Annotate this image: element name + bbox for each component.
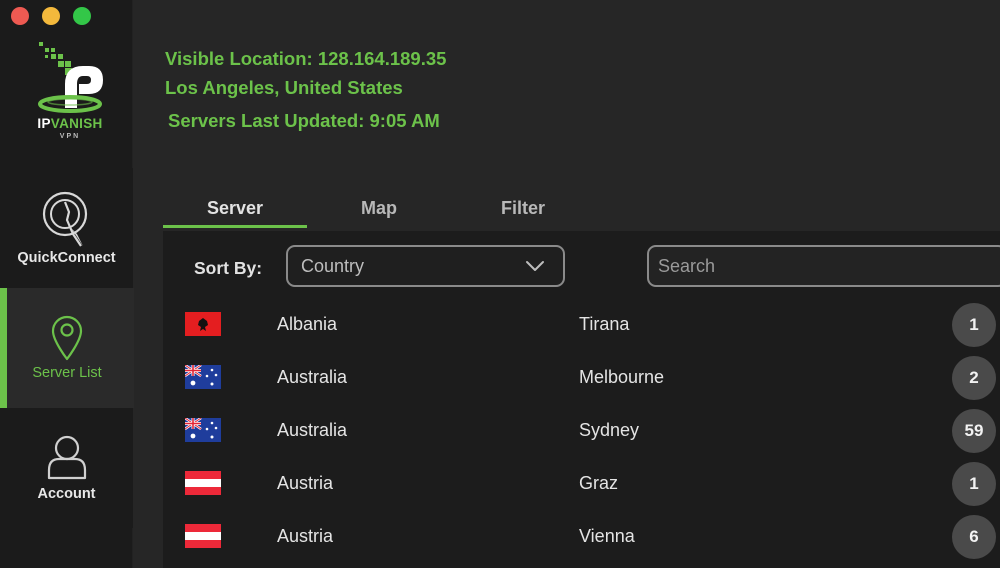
flag-australia-icon xyxy=(184,416,221,442)
country-name: Austria xyxy=(277,526,334,546)
window-controls xyxy=(11,7,91,25)
server-row[interactable]: Albania Tirana 1 xyxy=(163,298,1000,351)
active-indicator xyxy=(0,288,7,408)
server-row[interactable]: Austria Vienna 6 xyxy=(163,510,1000,563)
visible-location-text: Visible Location: 128.164.189.35 xyxy=(165,48,447,69)
server-row[interactable]: Australia Melbourne 2 xyxy=(163,351,1000,404)
city-name: Sydney xyxy=(579,420,640,440)
city-name: Graz xyxy=(579,473,619,493)
maximize-window-button[interactable] xyxy=(73,7,91,25)
server-count-badge: 2 xyxy=(952,356,996,400)
city-name: Tirana xyxy=(579,314,630,334)
quickconnect-icon xyxy=(42,191,87,247)
server-count-badge: 1 xyxy=(952,303,996,347)
sidebar-item-label: Account xyxy=(37,486,96,502)
city-name: Melbourne xyxy=(579,367,665,387)
sidebar-item-quickconnect[interactable]: QuickConnect xyxy=(0,168,133,288)
app-window: IPVANISH VPN QuickConnect Server List Ac… xyxy=(0,0,1000,568)
connection-status: Visible Location: 128.164.189.35 Los Ang… xyxy=(165,44,446,102)
sidebar-item-account[interactable]: Account xyxy=(0,408,133,528)
server-list-panel: Sort By: Country Albania Tirana 1 Austra… xyxy=(163,231,1000,568)
minimize-window-button[interactable] xyxy=(42,7,60,25)
country-name: Australia xyxy=(277,420,348,440)
server-count-badge: 59 xyxy=(952,409,996,453)
server-count-badge: 6 xyxy=(952,515,996,559)
logo-vanish-text: VANISH xyxy=(50,116,103,131)
ipvanish-logo: IPVANISH VPN xyxy=(25,38,115,143)
sidebar-item-label: QuickConnect xyxy=(17,250,116,266)
server-count-badge: 1 xyxy=(952,462,996,506)
flag-australia-icon xyxy=(184,363,221,389)
search-input[interactable] xyxy=(647,245,1000,287)
country-name: Albania xyxy=(277,314,338,334)
server-rows: Albania Tirana 1 Australia Melbourne 2 A… xyxy=(163,298,1000,563)
sort-by-value: Country xyxy=(301,255,365,276)
logo-ip-text: IP xyxy=(37,116,51,131)
sort-by-dropdown[interactable]: Country xyxy=(286,245,565,287)
sort-by-label: Sort By: xyxy=(194,258,263,278)
city-name: Vienna xyxy=(579,526,635,546)
tab-filter[interactable]: Filter xyxy=(451,186,595,230)
flag-austria-icon xyxy=(185,471,221,495)
tab-map[interactable]: Map xyxy=(307,186,451,230)
sidebar-item-label: Server List xyxy=(32,365,102,381)
view-tabs: Server Map Filter xyxy=(163,186,595,230)
country-name: Austria xyxy=(277,473,334,493)
chevron-down-icon xyxy=(526,261,544,271)
country-name: Australia xyxy=(277,367,348,387)
close-window-button[interactable] xyxy=(11,7,29,25)
ipvanish-mark-icon xyxy=(38,42,103,113)
user-icon xyxy=(47,435,86,480)
flag-austria-icon xyxy=(185,524,221,548)
server-row[interactable]: Austria Graz 1 xyxy=(163,457,1000,510)
servers-updated-text: Servers Last Updated: 9:05 AM xyxy=(168,110,440,131)
location-city-text: Los Angeles, United States xyxy=(165,77,403,98)
logo-wordmark: IPVANISH xyxy=(25,116,115,131)
location-pin-icon xyxy=(51,315,83,361)
logo-vpn-text: VPN xyxy=(59,133,81,140)
flag-albania-icon xyxy=(185,312,221,336)
tab-server[interactable]: Server xyxy=(163,186,307,230)
server-row[interactable]: Australia Sydney 59 xyxy=(163,404,1000,457)
sidebar: IPVANISH VPN QuickConnect Server List Ac… xyxy=(0,0,134,568)
sidebar-item-server-list[interactable]: Server List xyxy=(0,288,134,408)
